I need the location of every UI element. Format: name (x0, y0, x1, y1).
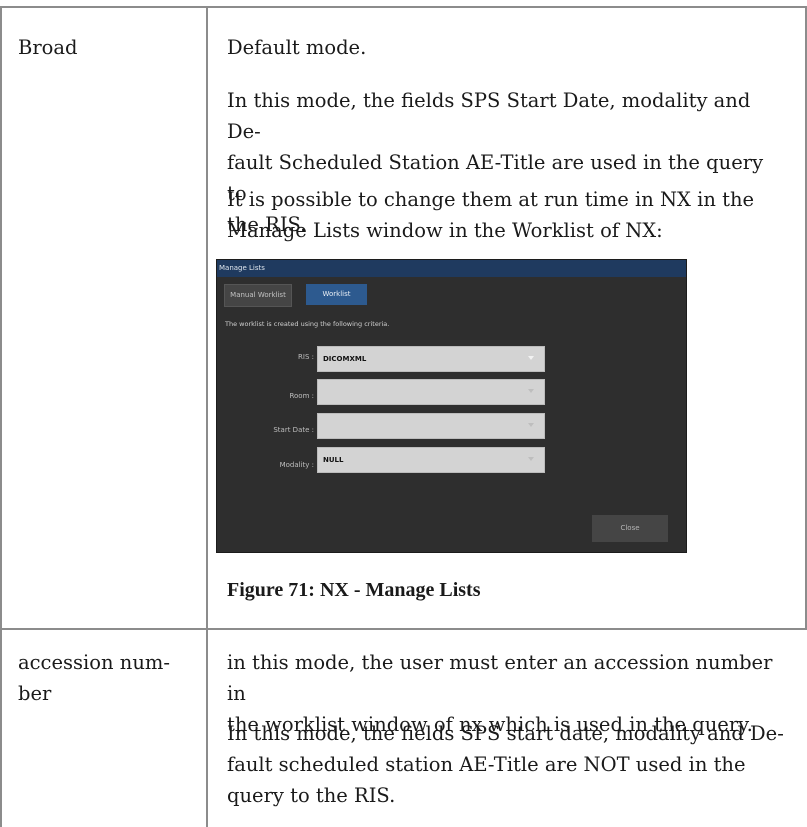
ris-value: DICOMXML (323, 355, 367, 363)
start-date-label: Start Date : (273, 426, 314, 434)
description-paragraph: It is possible to change them at run tim… (227, 184, 787, 246)
term-accession-number: accession num- ber (18, 647, 170, 709)
figure-caption: Figure 71: NX - Manage Lists (227, 579, 481, 601)
term-line: accession num- (18, 651, 170, 674)
modality-value: NULL (323, 456, 344, 464)
table-top-border (0, 6, 807, 8)
close-button[interactable]: Close (592, 515, 668, 542)
room-select[interactable] (317, 379, 545, 405)
criteria-info-text: The worklist is created using the follow… (225, 320, 390, 328)
window-title: Manage Lists (219, 264, 265, 272)
tab-worklist[interactable]: Worklist (306, 284, 367, 305)
modality-select[interactable]: NULL (317, 447, 545, 473)
tab-manual-worklist[interactable]: Manual Worklist (224, 284, 292, 307)
description-paragraph: Default mode. (227, 32, 787, 63)
chevron-down-icon (528, 389, 534, 393)
paragraph-line: Manage Lists window in the Worklist of N… (227, 219, 663, 242)
chevron-down-icon (528, 423, 534, 427)
start-date-select[interactable] (317, 413, 545, 439)
ris-label: RIS : (298, 353, 314, 361)
chevron-down-icon (528, 356, 534, 360)
paragraph-line: query to the RIS. (227, 784, 396, 807)
paragraph-line: In this mode, the fields SPS Start Date,… (227, 89, 751, 143)
term-broad: Broad (18, 36, 78, 59)
table-left-border (0, 6, 2, 827)
window-title-bar: Manage Lists (217, 260, 686, 277)
description-paragraph: In this mode, the fields SPS start date,… (227, 718, 787, 811)
paragraph-line: It is possible to change them at run tim… (227, 188, 755, 211)
chevron-down-icon (528, 457, 534, 461)
modality-label: Modality : (279, 461, 314, 469)
paragraph-line: In this mode, the fields SPS start date,… (227, 722, 784, 745)
term-line: ber (18, 682, 52, 705)
column-divider (206, 6, 208, 827)
nx-manage-lists-screenshot: Manage Lists Manual Worklist Worklist Th… (216, 259, 687, 553)
row-divider (0, 628, 807, 630)
paragraph-line: fault scheduled station AE-Title are NOT… (227, 753, 746, 776)
paragraph-line: Default mode. (227, 36, 367, 59)
paragraph-line: in this mode, the user must enter an acc… (227, 651, 773, 705)
room-label: Room : (289, 392, 314, 400)
ris-select[interactable]: DICOMXML (317, 346, 545, 372)
